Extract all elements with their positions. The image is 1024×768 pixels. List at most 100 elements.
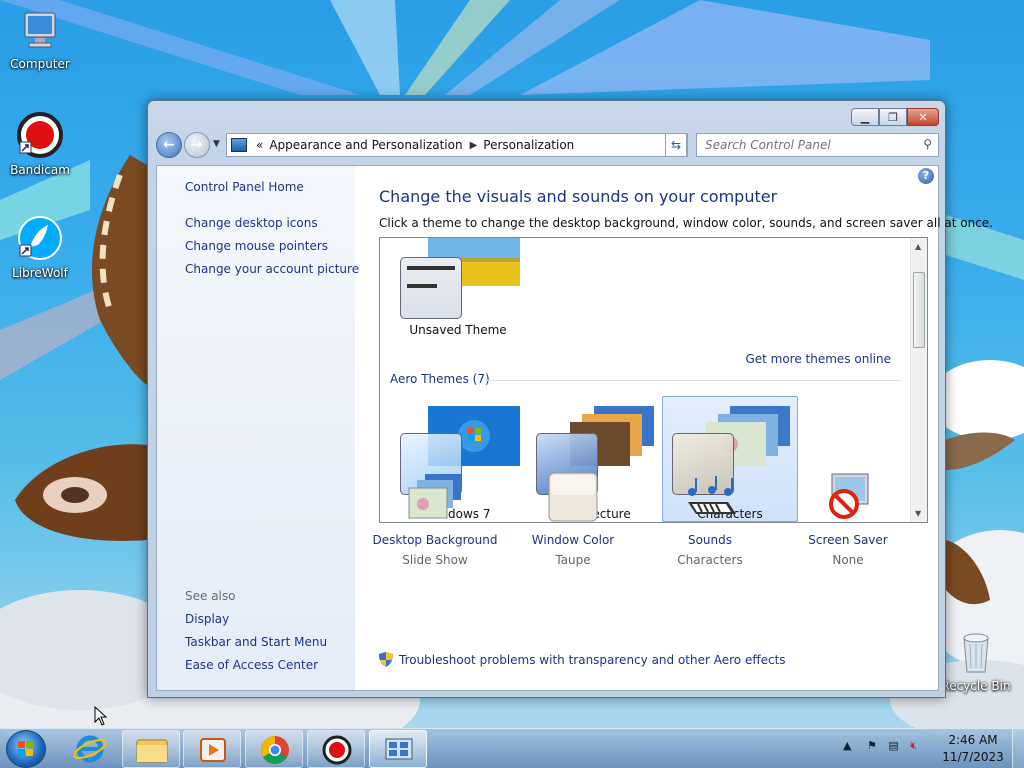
main-pane: ? Change the visuals and sounds on your … (355, 166, 993, 690)
taskbar-internet-explorer[interactable] (61, 730, 119, 768)
chrome-icon (261, 736, 289, 764)
sounds-link[interactable]: Sounds (640, 533, 780, 547)
screen-saver-value: None (832, 553, 864, 567)
aero-themes-heading: Aero Themes (7) (390, 372, 490, 386)
window-color-icon (548, 472, 598, 522)
taskbar: ▲ ⚑ ▤ 🔇︎ 2:46 AM 11/7/2023 (0, 728, 1024, 768)
refresh-icon: ⇆ (670, 138, 682, 152)
forward-button[interactable]: → (184, 132, 210, 158)
change-desktop-icons-link[interactable]: Change desktop icons (185, 216, 318, 230)
left-pane: Control Panel Home Change desktop icons … (157, 166, 359, 690)
window-color-setting[interactable]: Window Color Taupe (503, 472, 643, 567)
media-player-icon (200, 738, 226, 762)
show-desktop-button[interactable] (1012, 729, 1024, 768)
get-more-themes-link[interactable]: Get more themes online (745, 352, 891, 366)
maximize-button[interactable]: ❐ (879, 108, 907, 126)
desktop-background-value: Slide Show (402, 553, 468, 567)
search-icon[interactable]: ⚲ (923, 137, 932, 151)
personalization-window: ▁ ❐ ✕ ← → ▼ « Appearance and Personaliza… (147, 100, 993, 698)
folder-icon (136, 739, 168, 763)
display-link[interactable]: Display (185, 612, 229, 626)
taskbar-control-panel-active[interactable] (369, 730, 427, 768)
troubleshoot-text[interactable]: Troubleshoot problems with transparency … (399, 653, 786, 667)
taskbar-media-player[interactable] (183, 730, 241, 768)
see-also-heading: See also (185, 589, 236, 603)
control-panel-home-link[interactable]: Control Panel Home (185, 180, 304, 194)
librewolf-icon (18, 216, 62, 260)
network-icon[interactable]: ▤ (888, 739, 898, 752)
search-box[interactable]: ⚲ (696, 133, 939, 157)
taskbar-chrome[interactable] (245, 730, 303, 768)
bandicam-icon (322, 735, 352, 765)
help-icon[interactable]: ? (918, 168, 934, 184)
desktop-icon-label: Bandicam (10, 163, 70, 177)
desktop-background-link[interactable]: Desktop Background (365, 533, 505, 547)
close-button[interactable]: ✕ (907, 108, 939, 126)
clock-date: 11/7/2023 (942, 750, 1004, 764)
change-mouse-pointers-link[interactable]: Change mouse pointers (185, 239, 328, 253)
desktop-icon-bandicam[interactable]: Bandicam (0, 112, 80, 177)
computer-icon (24, 12, 56, 48)
clock[interactable]: 2:46 AM 11/7/2023 (942, 732, 1004, 766)
caption-buttons: ▁ ❐ ✕ (851, 108, 939, 126)
breadcrumb-separator-icon[interactable]: ▶ (470, 140, 478, 151)
back-arrow-icon: ← (163, 137, 175, 153)
start-button[interactable] (6, 730, 46, 768)
screen-saver-setting[interactable]: Screen Saver None (778, 472, 918, 567)
volume-muted-icon[interactable]: 🔇︎ (910, 739, 917, 752)
search-input[interactable] (697, 134, 907, 156)
control-panel-icon (385, 738, 413, 760)
change-account-picture-link[interactable]: Change your account picture (185, 262, 359, 276)
theme-unsaved[interactable]: Unsaved Theme (388, 238, 528, 337)
address-bar[interactable]: « Appearance and Personalization ▶ Perso… (226, 133, 688, 157)
screen-saver-icon (829, 473, 869, 519)
taskbar-bandicam[interactable] (307, 730, 365, 768)
action-center-flag-icon[interactable]: ⚑ (867, 739, 877, 752)
recycle-bin-icon (963, 633, 989, 673)
desktop-icon-label: Computer (10, 57, 70, 71)
scrollbar-thumb[interactable] (913, 272, 925, 348)
desktop-icon-librewolf[interactable]: LibreWolf (0, 215, 80, 280)
window-color-sample (400, 257, 462, 319)
content-area: Control Panel Home Change desktop icons … (156, 165, 993, 691)
breadcrumb-personalization[interactable]: Personalization (483, 138, 574, 152)
internet-explorer-icon (73, 735, 107, 763)
window-color-value: Taupe (555, 553, 591, 567)
page-subtitle: Click a theme to change the desktop back… (379, 216, 993, 230)
scroll-up-icon[interactable]: ▲ (915, 242, 921, 251)
notification-area: ▲ ⚑ ▤ 🔇︎ (843, 739, 917, 753)
taskbar-file-explorer[interactable] (122, 730, 180, 768)
desktop-background-setting[interactable]: Desktop Background Slide Show (365, 472, 505, 567)
navigation-bar: ← → ▼ « Appearance and Personalization ▶… (156, 131, 939, 159)
ease-of-access-link[interactable]: Ease of Access Center (185, 658, 318, 672)
shield-icon (379, 652, 393, 667)
minimize-button[interactable]: ▁ (851, 108, 879, 126)
mouse-cursor-icon (94, 706, 108, 726)
clock-time: 2:46 AM (948, 733, 998, 747)
bandicam-icon (17, 112, 63, 158)
section-divider (486, 380, 901, 381)
window-color-link[interactable]: Window Color (503, 533, 643, 547)
taskbar-start-menu-link[interactable]: Taskbar and Start Menu (185, 635, 327, 649)
sounds-icon (688, 476, 736, 514)
desktop-icon-computer[interactable]: Computer (0, 10, 80, 71)
breadcrumb-appearance[interactable]: Appearance and Personalization (269, 138, 462, 152)
troubleshoot-link[interactable]: Troubleshoot problems with transparency … (379, 652, 786, 667)
screen-saver-link[interactable]: Screen Saver (778, 533, 918, 547)
control-panel-icon (231, 138, 247, 152)
sounds-value: Characters (677, 553, 743, 567)
show-hidden-icons-chevron[interactable]: ▲ (843, 739, 851, 752)
recent-pages-dropdown[interactable]: ▼ (213, 139, 220, 149)
desktop-icon-recycle-bin[interactable]: Recycle Bin (936, 630, 1016, 693)
forward-arrow-icon: → (191, 137, 203, 153)
address-overflow[interactable]: « (256, 138, 263, 152)
desktop-background-icon (408, 474, 461, 519)
back-button[interactable]: ← (156, 132, 182, 158)
refresh-button[interactable]: ⇆ (665, 133, 687, 157)
desktop-icon-label: Recycle Bin (941, 679, 1011, 693)
page-title: Change the visuals and sounds on your co… (379, 187, 778, 206)
theme-thumbnail (396, 238, 520, 331)
windows-logo-icon (18, 741, 33, 756)
desktop-icon-label: LibreWolf (12, 266, 68, 280)
sounds-setting[interactable]: Sounds Characters (640, 472, 780, 567)
